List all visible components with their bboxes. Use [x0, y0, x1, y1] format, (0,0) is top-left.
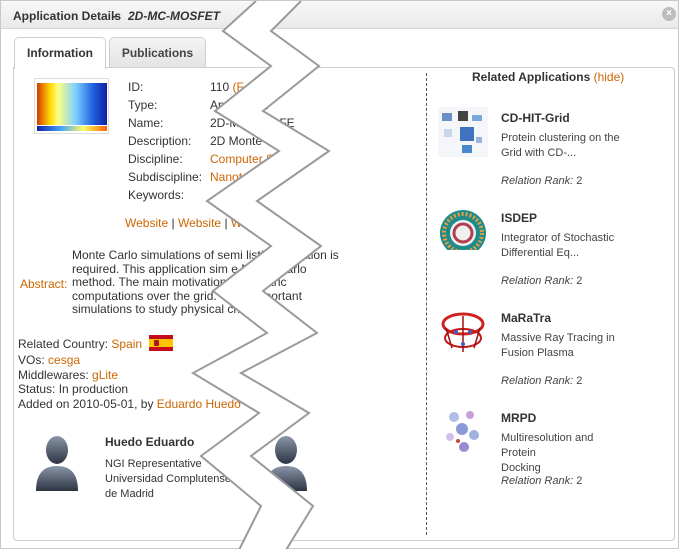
- person-organization: Universidad Complutense: [105, 473, 231, 485]
- description-line: Massive Ray Tracing in: [501, 332, 615, 344]
- window-title-separator: -: [113, 9, 117, 23]
- related-app-maratra-link[interactable]: MaRaTra: [501, 311, 551, 325]
- added-by-link[interactable]: Eduardo Huedo: [157, 397, 241, 411]
- window-title-app-name: 2D-MC-MOSFET: [128, 9, 220, 23]
- related-country-label: Related Country:: [18, 337, 109, 351]
- abstract-line: simulations to study physical characteri…: [72, 302, 287, 316]
- relation-rank: Relation Rank: 2: [501, 375, 582, 387]
- related-app-description: Integrator of Stochastic Differential Eq…: [501, 231, 631, 261]
- spain-flag-icon[interactable]: [149, 335, 174, 351]
- related-app-mrpd-link[interactable]: MRPD: [501, 411, 536, 425]
- close-icon[interactable]: ×: [662, 7, 676, 21]
- column-divider: [426, 73, 427, 535]
- relation-rank: Relation Rank: 2: [501, 175, 582, 187]
- tab-information[interactable]: Information: [14, 37, 106, 69]
- application-screenshot[interactable]: [34, 78, 109, 134]
- abstract-line: computations over the grid. Therefo port…: [72, 288, 302, 303]
- cd-hit-grid-icon[interactable]: [438, 107, 488, 157]
- country-link-spain[interactable]: Spain: [111, 337, 142, 351]
- subdiscipline-link[interactable]: Nanotec: [210, 170, 255, 184]
- person-name-link[interactable]: Huedo Eduardo: [105, 435, 194, 449]
- relation-rank-label: Relation Rank:: [501, 375, 574, 387]
- vos-row: VOs: cesga: [18, 353, 80, 367]
- application-details-window: Application Details - 2D-MC-MOSFET × Inf…: [0, 0, 679, 549]
- mrpd-icon[interactable]: [438, 407, 488, 457]
- abstract-line: Monte Carlo simulations of semi listic s…: [72, 248, 339, 262]
- colorbar-image: [37, 126, 107, 131]
- website-link-2[interactable]: Website: [178, 216, 221, 230]
- related-app-description: Multiresolution and Protein Docking: [501, 431, 631, 476]
- window-title-label: Application Details: [13, 9, 122, 23]
- related-app-description: Massive Ray Tracing in Fusion Plasma: [501, 331, 631, 361]
- relation-rank-label: Relation Rank:: [501, 175, 574, 187]
- maratra-icon[interactable]: [438, 308, 488, 358]
- related-applications-header: Related Applications (hide): [472, 70, 624, 84]
- simulation-heatmap-image: [37, 83, 107, 125]
- keywords-label: Keywords:: [128, 188, 185, 202]
- id-value: 110 (F: [210, 80, 244, 94]
- related-applications-title: Related Applications: [472, 70, 591, 84]
- abstract-text: Monte Carlo simulations of semi listic s…: [72, 248, 382, 317]
- id-label: ID:: [128, 80, 144, 94]
- description-line: Differential Eq...: [501, 247, 580, 259]
- hide-related-link[interactable]: (hide): [594, 70, 625, 84]
- related-app-cd-hit-grid-link[interactable]: CD-HIT-Grid: [501, 111, 570, 125]
- middlewares-label: Middlewares:: [18, 368, 89, 382]
- abstract-line: required. This application sim e Monte C…: [72, 261, 307, 276]
- person-role: NGI Representative: [105, 458, 202, 470]
- discipline-link[interactable]: Computer S: [210, 152, 274, 166]
- related-app-description: Protein clustering on the Grid with CD-.…: [501, 131, 631, 161]
- subdiscipline-label: Subdiscipline:: [128, 170, 203, 184]
- relation-rank-value: 2: [576, 175, 583, 187]
- relation-rank: Relation Rank: 2: [501, 275, 582, 287]
- related-country-row: Related Country: Spain: [18, 335, 174, 351]
- description-line: Protein clustering on the: [501, 132, 620, 144]
- relation-rank-value: 2: [576, 475, 583, 487]
- description-label: Description:: [128, 134, 192, 148]
- description-value: 2D Monte Carl: [210, 134, 288, 148]
- type-value: Application: [210, 98, 269, 112]
- related-app-isdep-link[interactable]: ISDEP: [501, 211, 537, 225]
- relation-rank-value: 2: [576, 275, 583, 287]
- id-link[interactable]: (F: [232, 80, 243, 94]
- abstract-label: Abstract:: [20, 277, 68, 291]
- status-text: Status: In production: [18, 382, 129, 396]
- added-text: Added on 2010-05-01, by: [18, 397, 157, 411]
- website-links: Website | Website | Website: [125, 216, 274, 230]
- website-link-3[interactable]: Website: [231, 216, 274, 230]
- description-line: Fusion Plasma: [501, 347, 574, 359]
- person-organization-cont: de Madrid: [105, 488, 154, 500]
- abstract-line: method. The main motivation parametric: [72, 275, 287, 289]
- keywords-value: ,: [210, 188, 214, 202]
- description-line: Grid with CD-...: [501, 147, 577, 159]
- vo-link-cesga[interactable]: cesga: [48, 353, 80, 367]
- tab-publications[interactable]: Publications: [109, 37, 206, 67]
- isdep-icon[interactable]: [438, 208, 488, 258]
- name-value: 2D-MC-MOSFE: [210, 116, 295, 130]
- link-separator: |: [224, 216, 228, 230]
- person-avatar-icon[interactable]: [34, 433, 80, 491]
- link-separator: |: [171, 216, 175, 230]
- description-line: Multiresolution and Protein: [501, 432, 594, 459]
- relation-rank: Relation Rank: 2: [501, 475, 582, 487]
- person-avatar-icon[interactable]: [263, 433, 309, 491]
- added-row: Added on 2010-05-01, by Eduardo Huedo: [18, 397, 241, 411]
- discipline-label: Discipline:: [128, 152, 183, 166]
- relation-rank-label: Relation Rank:: [501, 275, 574, 287]
- name-label: Name:: [128, 116, 164, 130]
- relation-rank-value: 2: [576, 375, 583, 387]
- website-link-1[interactable]: Website: [125, 216, 168, 230]
- title-bar: Application Details - 2D-MC-MOSFET ×: [1, 1, 678, 29]
- vos-label: VOs:: [18, 353, 45, 367]
- middleware-link-glite[interactable]: gLite: [92, 368, 118, 382]
- relation-rank-label: Relation Rank:: [501, 475, 574, 487]
- middlewares-row: Middlewares: gLite: [18, 368, 118, 382]
- description-line: Integrator of Stochastic: [501, 232, 615, 244]
- type-label: Type:: [128, 98, 158, 112]
- description-line: Docking: [501, 462, 541, 474]
